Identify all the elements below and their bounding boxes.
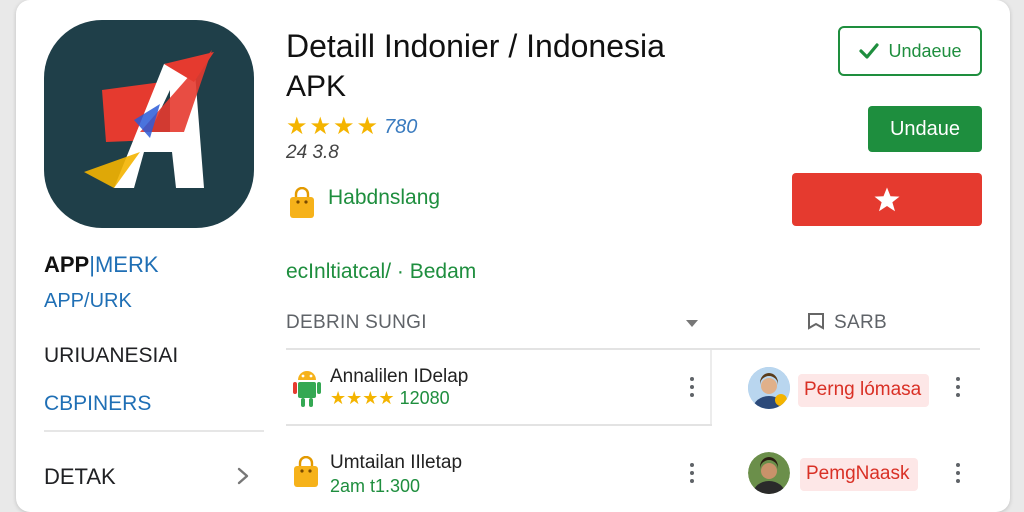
row-tag[interactable]: PemgNaask xyxy=(800,458,918,491)
row-title[interactable]: Annalilen IDelap xyxy=(330,366,468,388)
nav-link-appurk[interactable]: APP/URK xyxy=(44,290,132,313)
star-icon: ★ xyxy=(309,113,332,140)
update-button[interactable]: Undaue xyxy=(868,106,982,152)
brand-label: APP|MERK xyxy=(44,252,159,278)
app-tagline: ecInltiatcal/ · Bedam xyxy=(286,260,477,283)
star-icon xyxy=(874,187,900,211)
row-sub-value: 12080 xyxy=(399,388,450,408)
row-title[interactable]: Umtailan IIletap xyxy=(330,452,462,474)
star-icon: ★ xyxy=(356,113,379,140)
rating-subtext: 24 3.8 xyxy=(286,142,339,163)
brand-app: APP xyxy=(44,252,90,277)
nav-link-cbpiners[interactable]: CBPINERS xyxy=(44,392,151,416)
avatar[interactable] xyxy=(748,367,790,409)
app-logo-icon xyxy=(44,20,254,228)
caret-down-icon[interactable] xyxy=(684,316,700,328)
installed-button-label: Undaeue xyxy=(888,40,962,61)
app-title-apk: APK xyxy=(286,70,347,103)
app-detail-card: APP|MERK APP/URK URIUANESIAI CBPINERS DE… xyxy=(16,0,1010,512)
list-column-divider xyxy=(710,350,712,424)
more-vert-icon[interactable] xyxy=(955,463,961,483)
brand-merk: MERK xyxy=(94,252,159,277)
star-icon: ★ xyxy=(286,113,308,140)
row-subtitle: ★★★★ 12080 xyxy=(330,388,450,409)
category-label[interactable]: Habdnslang xyxy=(328,186,440,210)
star-icon: ★ xyxy=(333,113,355,140)
installed-button[interactable]: Undaeue xyxy=(838,26,982,76)
rating-count: 780 xyxy=(384,115,418,138)
more-vert-icon[interactable] xyxy=(689,377,695,397)
side-header[interactable]: SARB xyxy=(834,312,887,334)
more-vert-icon[interactable] xyxy=(955,377,961,397)
avatar[interactable] xyxy=(748,452,790,494)
checkmark-icon xyxy=(859,43,880,59)
bookmark-icon[interactable] xyxy=(804,310,828,334)
shopping-bag-icon xyxy=(288,186,316,219)
favorite-button[interactable] xyxy=(792,173,982,226)
list-divider xyxy=(286,424,712,426)
android-icon xyxy=(292,366,322,408)
chevron-right-icon[interactable] xyxy=(232,464,254,488)
shopping-bag-icon xyxy=(292,455,320,488)
app-title: Detaill Indonier / Indonesia xyxy=(286,28,665,64)
update-button-label: Undaue xyxy=(889,117,961,140)
nav-item-uriuanesiai[interactable]: URIUANESIAI xyxy=(44,344,178,368)
list-header: DEBRIN SUNGI xyxy=(286,312,427,333)
more-vert-icon[interactable] xyxy=(689,463,695,483)
nav-divider xyxy=(44,430,264,432)
rating-row: ★ ★ ★ ★ 780 xyxy=(286,114,417,140)
row-subtitle: 2am t1.300 xyxy=(330,476,421,496)
list-divider xyxy=(286,348,980,350)
nav-item-detak[interactable]: DETAK xyxy=(44,464,116,490)
row-tag[interactable]: Perng lómasa xyxy=(798,374,930,407)
row-stars: ★★★★ xyxy=(330,388,395,408)
